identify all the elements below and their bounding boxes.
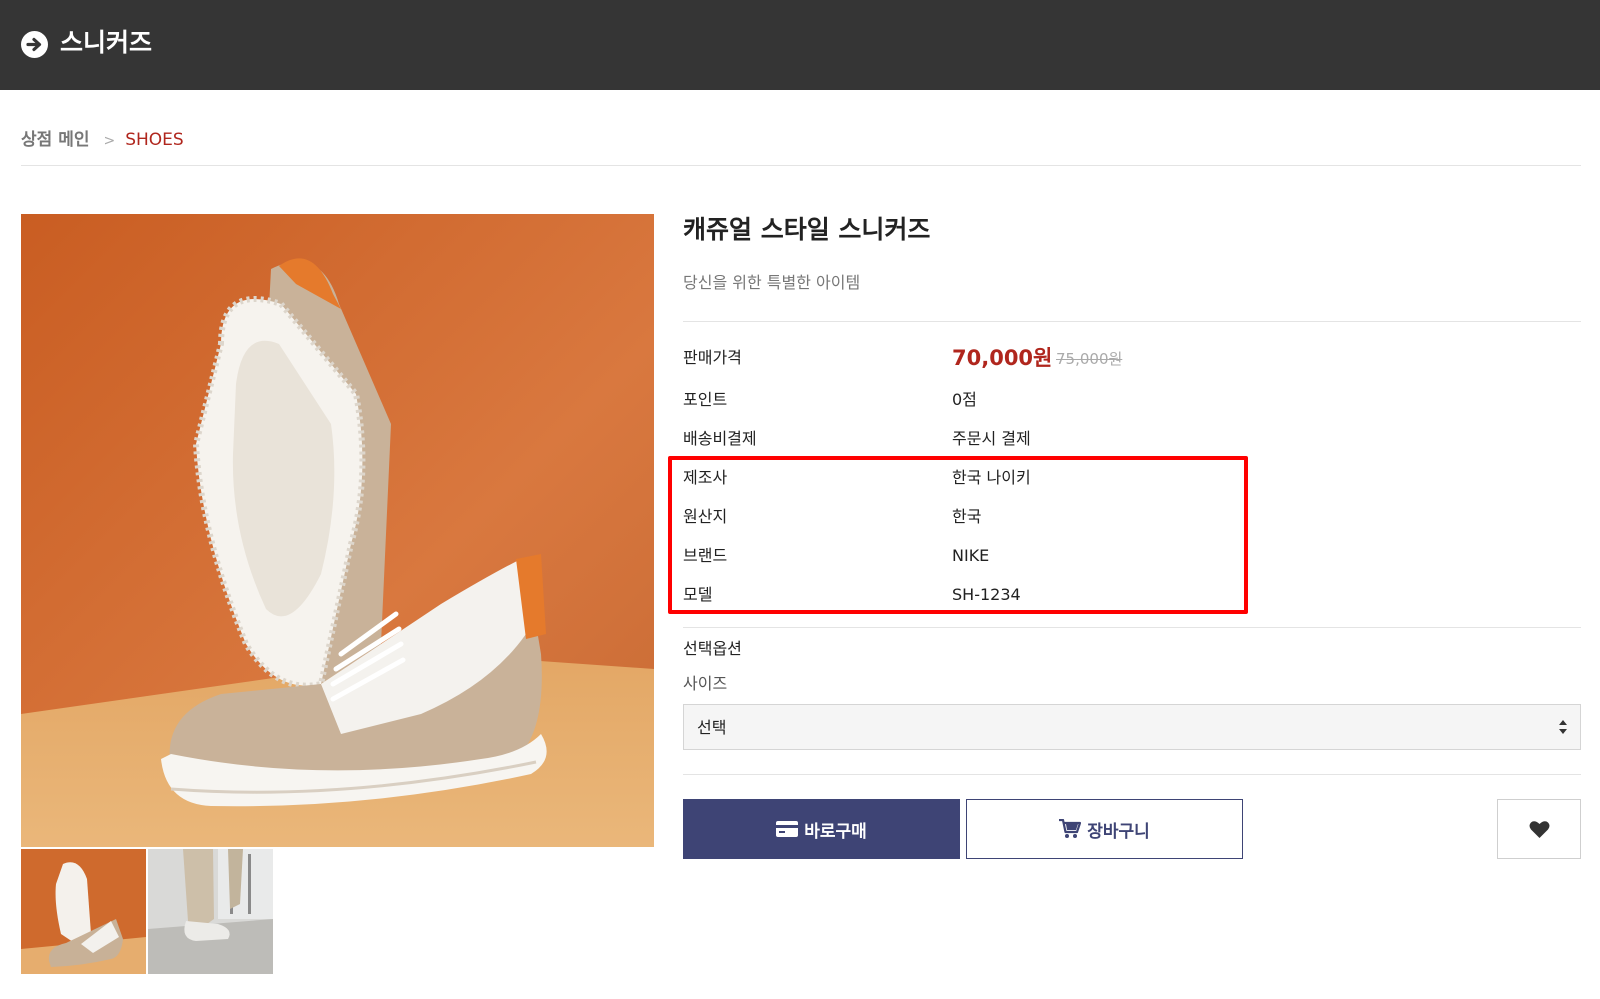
- info-value-shipping: 주문시 결제: [952, 429, 1031, 448]
- top-header: 스니커즈: [0, 0, 1600, 90]
- size-select-value: 선택: [697, 718, 727, 737]
- size-select[interactable]: 선택: [683, 704, 1581, 750]
- product-main-image: [21, 214, 654, 847]
- size-label: 사이즈: [683, 674, 728, 693]
- breadcrumb-home[interactable]: 상점 메인: [21, 130, 89, 150]
- product-thumbnail-2[interactable]: [148, 849, 273, 974]
- buy-now-label: 바로구매: [804, 821, 867, 842]
- add-to-cart-button[interactable]: 장바구니: [966, 799, 1243, 859]
- sale-price: 70,000원: [952, 346, 1053, 370]
- breadcrumb: 상점 메인 > SHOES: [21, 128, 184, 153]
- options-title: 선택옵션: [683, 639, 742, 658]
- heart-icon: [1529, 820, 1549, 838]
- info-label-shipping: 배송비결제: [683, 429, 757, 448]
- buy-now-button[interactable]: 바로구매: [683, 799, 960, 859]
- product-thumbnail-1[interactable]: [21, 849, 146, 974]
- divider: [683, 627, 1581, 628]
- divider: [683, 774, 1581, 775]
- cart-icon: [1059, 819, 1082, 838]
- breadcrumb-separator: >: [103, 133, 116, 149]
- add-to-cart-label: 장바구니: [1087, 821, 1150, 842]
- credit-card-icon: [776, 821, 799, 837]
- info-value-points: 0점: [952, 390, 977, 409]
- product-subtitle: 당신을 위한 특별한 아이템: [683, 273, 861, 292]
- wishlist-button[interactable]: [1497, 799, 1581, 859]
- info-label-points: 포인트: [683, 390, 728, 409]
- original-price: 75,000원: [1056, 350, 1123, 368]
- price-label: 판매가격: [683, 348, 742, 367]
- page-title: 스니커즈: [60, 28, 153, 57]
- breadcrumb-current[interactable]: SHOES: [125, 130, 184, 150]
- divider: [683, 321, 1581, 322]
- arrow-right-circle-icon[interactable]: [21, 31, 48, 58]
- highlight-box: [668, 456, 1248, 614]
- sort-caret-icon: [1559, 720, 1567, 734]
- product-title: 캐쥬얼 스타일 스니커즈: [683, 215, 931, 244]
- divider: [21, 165, 1581, 166]
